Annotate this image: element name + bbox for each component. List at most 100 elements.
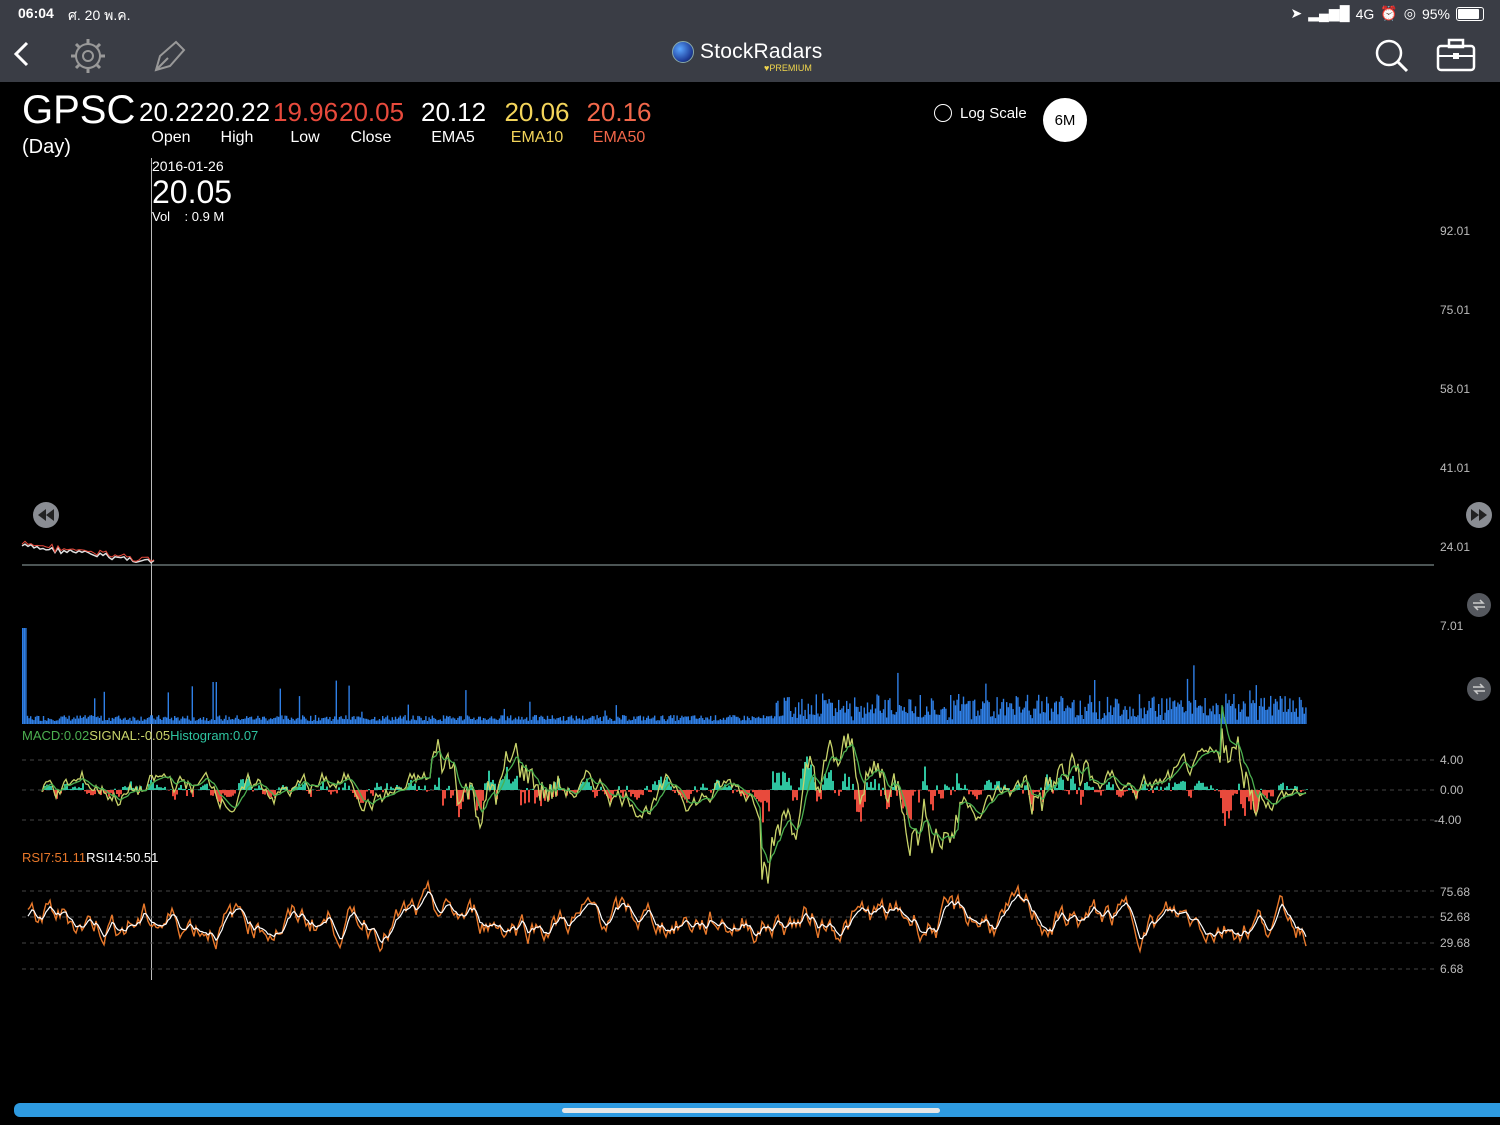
histogram-bar: [124, 786, 126, 790]
volume-bar: [596, 715, 598, 724]
histogram-bar: [524, 790, 526, 804]
histogram-bar: [418, 786, 420, 790]
volume-bar: [734, 715, 736, 724]
histogram-bar: [908, 790, 910, 819]
chart-canvas[interactable]: [0, 0, 1500, 1100]
volume-bar: [519, 719, 521, 724]
volume-bar: [692, 715, 694, 724]
volume-bar: [866, 702, 869, 724]
volume-bar: [1070, 708, 1072, 724]
scrollbar-thumb[interactable]: [562, 1108, 940, 1113]
volume-bar: [839, 709, 841, 724]
volume-bar: [231, 719, 233, 724]
volume-bar: [1204, 698, 1206, 724]
volume-bar: [796, 717, 798, 724]
histogram-bar: [1280, 783, 1282, 790]
histogram-bar: [422, 789, 424, 790]
histogram-bar: [822, 784, 824, 790]
volume-bar: [314, 715, 317, 724]
volume-bar: [1290, 712, 1293, 724]
volume-bar: [1231, 703, 1233, 724]
volume-bar: [978, 715, 981, 724]
volume-bar: [95, 717, 97, 724]
histogram-bar: [1260, 788, 1262, 790]
volume-bar: [967, 701, 969, 724]
volume-bar: [65, 717, 67, 724]
histogram-bar: [1270, 790, 1272, 797]
histogram-bar: [1092, 786, 1094, 790]
histogram-bar: [696, 790, 698, 793]
volume-bar: [49, 718, 51, 724]
volume-bar: [31, 719, 33, 724]
histogram-bar: [878, 783, 880, 790]
volume-bar: [1010, 703, 1013, 724]
volume-bar: [743, 715, 745, 724]
histogram-bar: [1108, 782, 1110, 790]
volume-bar: [1038, 694, 1040, 724]
volume-bar: [316, 720, 318, 724]
volume-bar: [799, 714, 801, 724]
histogram-bar: [348, 785, 350, 790]
volume-bar: [340, 716, 342, 724]
volume-bar: [1041, 701, 1043, 724]
volume-bar: [215, 682, 217, 724]
volume-bar: [1193, 665, 1195, 724]
volume-bar: [342, 718, 344, 724]
histogram-bar: [974, 790, 976, 797]
volume-bar: [906, 713, 909, 724]
volume-bar: [778, 716, 781, 724]
volume-bar: [678, 720, 680, 724]
histogram-bar: [976, 790, 978, 800]
volume-bar: [511, 720, 513, 724]
volume-bar: [362, 718, 365, 724]
histogram-bar: [206, 783, 208, 790]
histogram-bar: [156, 784, 158, 790]
volume-bar: [1084, 706, 1086, 724]
histogram-bar: [368, 789, 370, 790]
volume-bar: [22, 628, 24, 724]
histogram-bar: [370, 790, 372, 794]
volume-bar: [1241, 709, 1243, 724]
volume-bar: [911, 711, 913, 724]
histogram-bar: [526, 788, 528, 790]
volume-bar: [1258, 706, 1261, 724]
histogram-bar: [254, 788, 256, 790]
histogram-bar: [346, 789, 348, 790]
volume-bar: [108, 717, 110, 724]
volume-bar: [228, 716, 230, 724]
histogram-bar: [626, 785, 628, 790]
volume-bar: [1100, 719, 1102, 724]
volume-bar: [834, 708, 837, 724]
volume-bar: [183, 718, 185, 724]
histogram-bar: [438, 777, 440, 790]
volume-bar: [1273, 703, 1275, 724]
volume-bar: [503, 708, 505, 724]
histogram-bar: [656, 784, 658, 790]
volume-bar: [1017, 697, 1019, 724]
histogram-bar: [624, 790, 626, 792]
volume-bar: [468, 716, 470, 724]
histogram-bar: [856, 790, 858, 812]
volume-bar: [180, 718, 182, 724]
volume-bar: [175, 717, 177, 724]
histogram-bar: [698, 790, 700, 791]
volume-bar: [1121, 714, 1123, 724]
volume-bar: [654, 715, 656, 724]
volume-bar: [777, 700, 779, 724]
histogram-bar: [1146, 788, 1148, 790]
volume-bar: [450, 718, 453, 724]
histogram-bar: [690, 790, 692, 794]
volume-bar: [758, 716, 760, 724]
volume-bar: [1057, 714, 1059, 724]
histogram-bar: [364, 790, 366, 800]
volume-bar: [1257, 719, 1259, 724]
histogram-bar: [328, 790, 330, 792]
volume-bar: [473, 717, 475, 724]
volume-bar: [415, 720, 417, 724]
volume-bar: [578, 718, 581, 724]
volume-bar: [34, 716, 37, 724]
volume-bar: [1185, 711, 1187, 724]
histogram-bar: [444, 790, 446, 799]
volume-bar: [166, 717, 168, 724]
histogram-bar: [1182, 780, 1184, 790]
